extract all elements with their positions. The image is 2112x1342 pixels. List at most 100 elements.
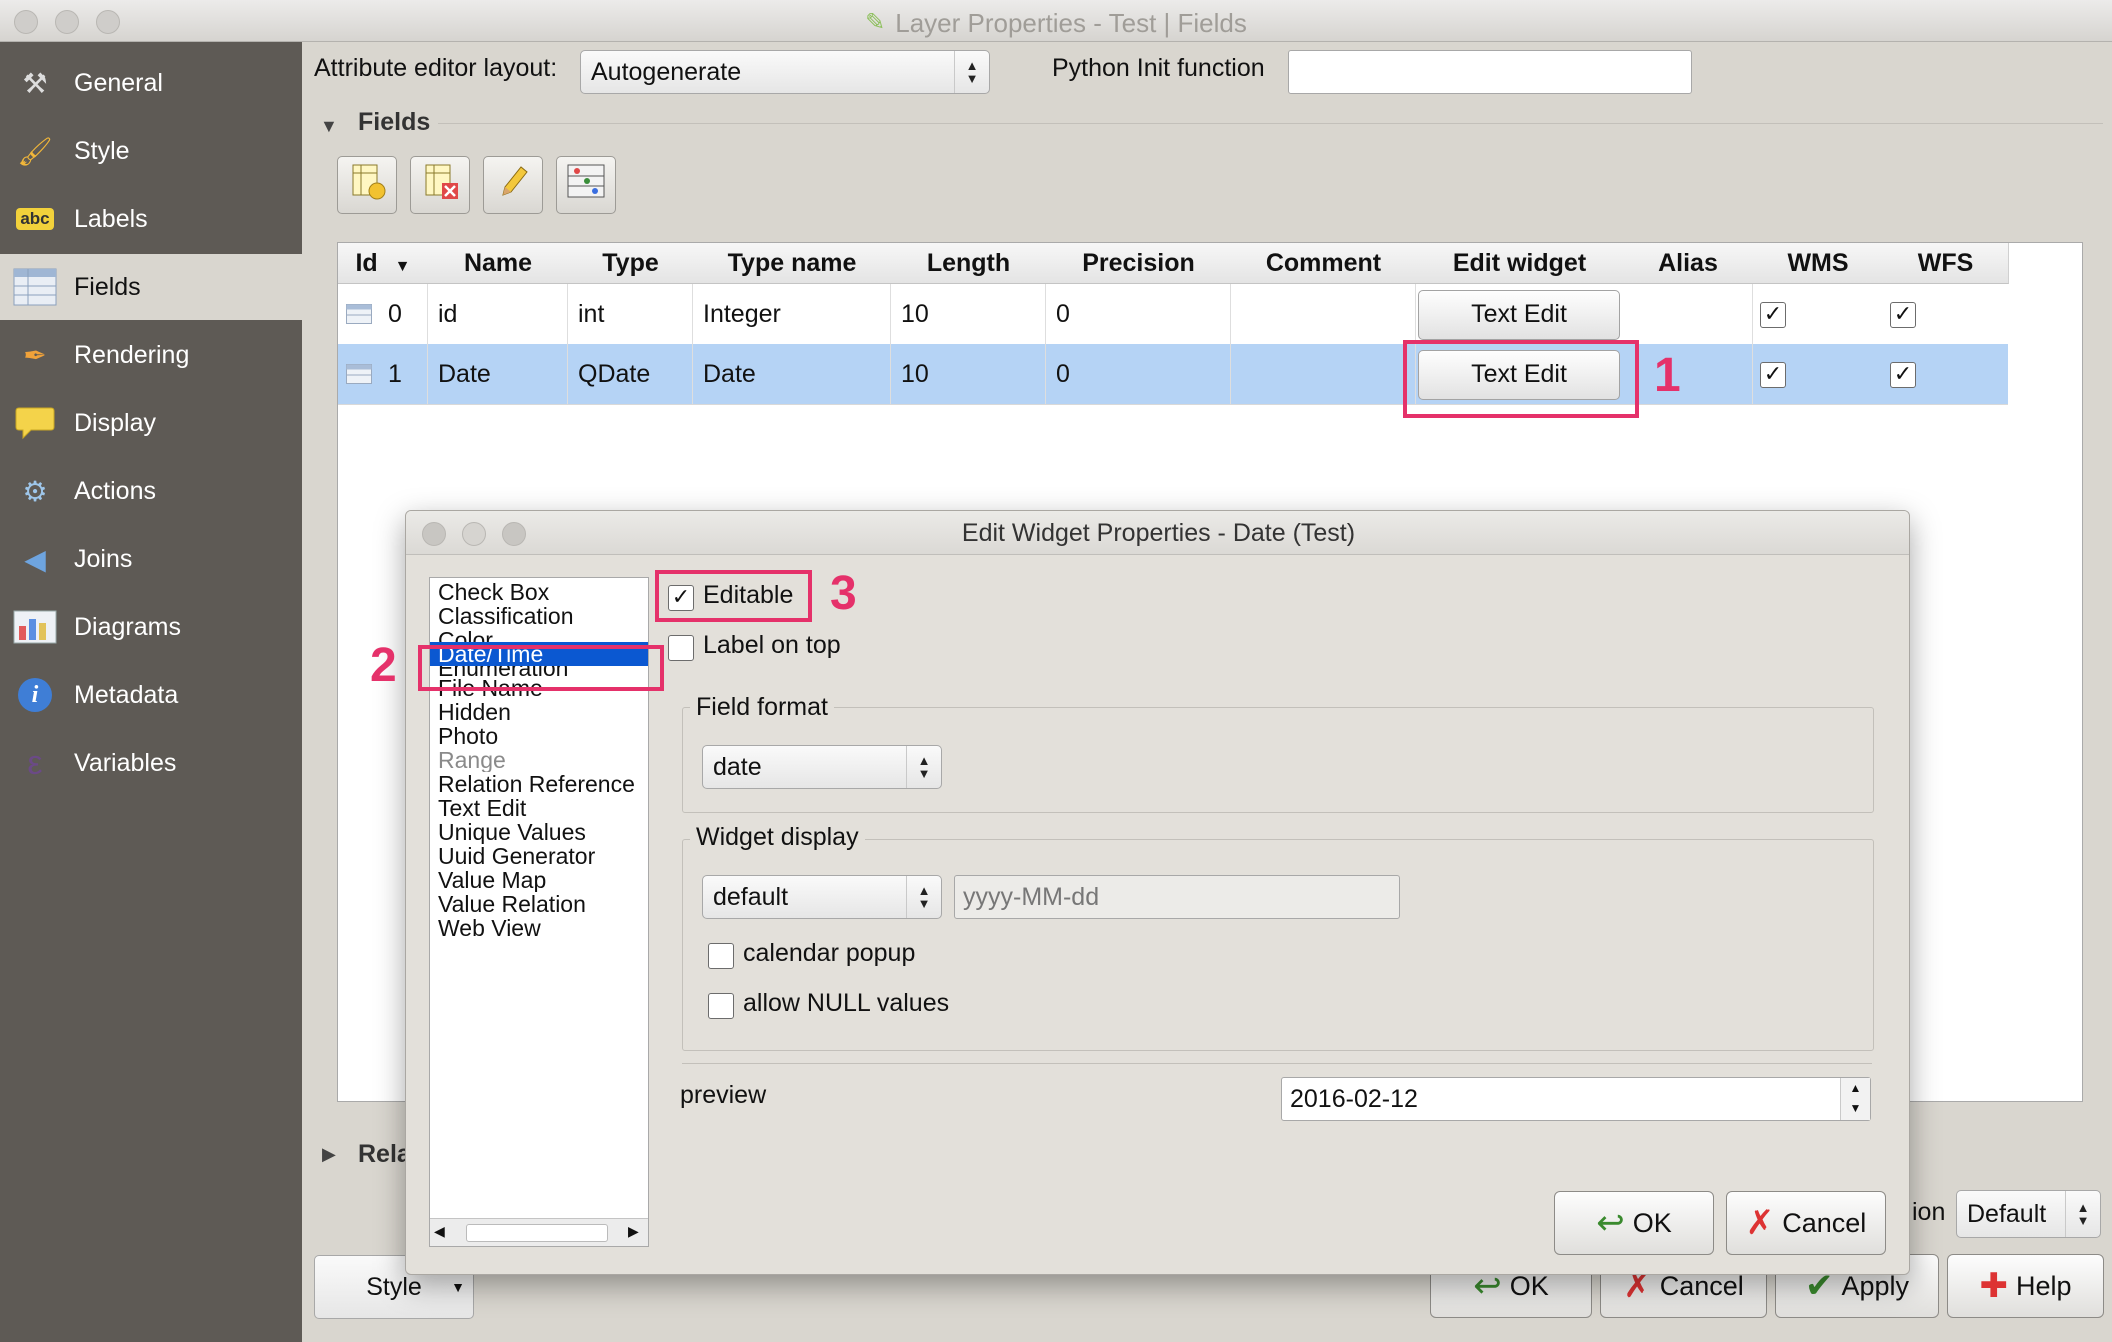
dialog-close-button[interactable] xyxy=(422,522,446,546)
minimize-window-button[interactable] xyxy=(55,10,79,34)
relations-section-title: Rela xyxy=(358,1140,411,1168)
default-style-select[interactable]: Default ▲ ▼ xyxy=(1956,1190,2101,1238)
cell-comment[interactable] xyxy=(1231,344,1416,404)
sidebar-item-rendering[interactable]: ✒ Rendering xyxy=(0,322,302,388)
divider xyxy=(682,1063,1872,1064)
cell-precision: 0 xyxy=(1046,284,1231,344)
preview-label: preview xyxy=(680,1081,767,1109)
column-header-wms[interactable]: WMS xyxy=(1753,243,1884,284)
column-header-id[interactable]: Id ▼ xyxy=(338,243,429,284)
list-item[interactable]: Relation Reference xyxy=(430,772,648,796)
field-format-title: Field format xyxy=(690,693,834,722)
horizontal-scrollbar[interactable]: ◀ ▶ xyxy=(430,1218,648,1246)
help-button[interactable]: ✚ Help xyxy=(1947,1254,2104,1318)
list-item[interactable]: Value Relation xyxy=(430,892,648,916)
list-item[interactable]: Photo xyxy=(430,724,648,748)
dialog-maximize-button[interactable] xyxy=(502,522,526,546)
allow-null-checkbox[interactable] xyxy=(708,993,734,1019)
field-calculator-button[interactable] xyxy=(556,156,616,214)
display-format-input[interactable]: yyyy-MM-dd xyxy=(954,875,1400,919)
attribute-editor-layout-select[interactable]: Autogenerate ▲ ▼ xyxy=(580,50,990,94)
wms-checkbox[interactable]: ✓ xyxy=(1760,362,1786,388)
paintbrush-icon: 🖌 xyxy=(17,135,53,167)
dialog-ok-button[interactable]: ↩ OK xyxy=(1554,1191,1714,1255)
dialog-cancel-button[interactable]: ✗ Cancel xyxy=(1726,1191,1886,1255)
column-header-name[interactable]: Name xyxy=(428,243,569,284)
preview-date-field[interactable]: 2016-02-12 ▲ ▼ xyxy=(1281,1077,1871,1121)
wrench-hammer-icon: ⚒ xyxy=(22,67,48,99)
list-item[interactable]: Value Map xyxy=(430,868,648,892)
sidebar-item-joins[interactable]: ◀ Joins xyxy=(0,526,302,592)
dialog-titlebar: Edit Widget Properties - Date (Test) xyxy=(406,511,1909,555)
widget-display-select[interactable]: default ▲ ▼ xyxy=(702,875,942,919)
delete-field-button[interactable] xyxy=(410,156,470,214)
sidebar-item-fields[interactable]: Fields xyxy=(0,254,302,320)
cell-precision: 0 xyxy=(1046,344,1231,404)
sidebar-item-general[interactable]: ⚒ General xyxy=(0,50,302,116)
scrollbar-thumb[interactable] xyxy=(466,1224,608,1242)
calendar-popup-checkbox[interactable] xyxy=(708,943,734,969)
label-on-top-checkbox[interactable] xyxy=(668,635,694,661)
annotation-box-3 xyxy=(655,570,812,622)
cell-length: 10 xyxy=(891,344,1046,404)
scroll-left-icon[interactable]: ◀ xyxy=(434,1223,445,1240)
maximize-window-button[interactable] xyxy=(96,10,120,34)
annotation-box-2 xyxy=(418,645,664,691)
scroll-right-icon[interactable]: ▶ xyxy=(628,1223,639,1240)
list-item[interactable]: Range xyxy=(430,748,648,772)
column-header-wfs[interactable]: WFS xyxy=(1883,243,2009,284)
list-item[interactable]: Check Box xyxy=(430,580,648,604)
column-header-comment[interactable]: Comment xyxy=(1231,243,1417,284)
table-row-selected[interactable]: 1 Date QDate Date 10 0 Text Edit ✓ ✓ xyxy=(338,344,2008,405)
wms-checkbox[interactable]: ✓ xyxy=(1760,302,1786,328)
window-titlebar: ✎ Layer Properties - Test | Fields xyxy=(0,0,2112,42)
list-item[interactable]: Uuid Generator xyxy=(430,844,648,868)
dialog-minimize-button[interactable] xyxy=(462,522,486,546)
cell-comment[interactable] xyxy=(1231,284,1416,344)
collapse-triangle-icon[interactable]: ▼ xyxy=(320,116,338,137)
column-header-type-name[interactable]: Type name xyxy=(693,243,892,284)
sidebar-item-metadata[interactable]: i Metadata xyxy=(0,662,302,728)
list-item[interactable]: Classification xyxy=(430,604,648,628)
column-header-edit-widget[interactable]: Edit widget xyxy=(1416,243,1624,284)
gear-icon: ⚙ xyxy=(22,475,48,507)
cell-alias[interactable] xyxy=(1623,344,1753,404)
column-header-precision[interactable]: Precision xyxy=(1046,243,1232,284)
list-item[interactable]: Hidden xyxy=(430,700,648,724)
sidebar-item-label: Variables xyxy=(74,748,177,777)
edit-widget-button[interactable]: Text Edit xyxy=(1418,290,1620,340)
list-item[interactable]: Web View xyxy=(430,916,648,940)
label-on-top-label: Label on top xyxy=(703,631,841,659)
sidebar-item-style[interactable]: 🖌 Style xyxy=(0,118,302,184)
sidebar-item-labels[interactable]: abc Labels xyxy=(0,186,302,252)
sidebar-item-diagrams[interactable]: Diagrams xyxy=(0,594,302,660)
field-format-select[interactable]: date ▲ ▼ xyxy=(702,745,942,789)
column-header-type[interactable]: Type xyxy=(568,243,694,284)
wfs-checkbox[interactable]: ✓ xyxy=(1890,302,1916,328)
sort-descending-icon: ▼ xyxy=(394,258,411,275)
sidebar-item-actions[interactable]: ⚙ Actions xyxy=(0,458,302,524)
list-item[interactable]: Text Edit xyxy=(430,796,648,820)
sidebar-item-variables[interactable]: ε Variables xyxy=(0,730,302,796)
allow-null-label: allow NULL values xyxy=(743,989,950,1017)
new-field-icon xyxy=(347,161,387,209)
diagram-icon xyxy=(12,607,58,647)
wfs-checkbox[interactable]: ✓ xyxy=(1890,362,1916,388)
annotation-number-2: 2 xyxy=(370,639,397,692)
list-item[interactable]: Color xyxy=(430,628,648,642)
table-row[interactable]: 0 id int Integer 10 0 Text Edit ✓ ✓ xyxy=(338,284,2008,345)
cell-alias[interactable] xyxy=(1623,284,1753,344)
list-item[interactable]: Unique Values xyxy=(430,820,648,844)
sidebar-item-display[interactable]: Display xyxy=(0,390,302,456)
python-init-input[interactable] xyxy=(1288,50,1692,94)
new-field-button[interactable] xyxy=(337,156,397,214)
close-window-button[interactable] xyxy=(14,10,38,34)
expand-triangle-icon[interactable]: ▶ xyxy=(322,1144,336,1165)
column-header-length[interactable]: Length xyxy=(891,243,1047,284)
date-spinner-icon[interactable]: ▲ ▼ xyxy=(1840,1078,1870,1120)
cell-id: 0 xyxy=(378,284,428,344)
column-header-alias[interactable]: Alias xyxy=(1623,243,1754,284)
toggle-edit-button[interactable] xyxy=(483,156,543,214)
python-init-label: Python Init function xyxy=(1052,54,1265,82)
cell-length: 10 xyxy=(891,284,1046,344)
